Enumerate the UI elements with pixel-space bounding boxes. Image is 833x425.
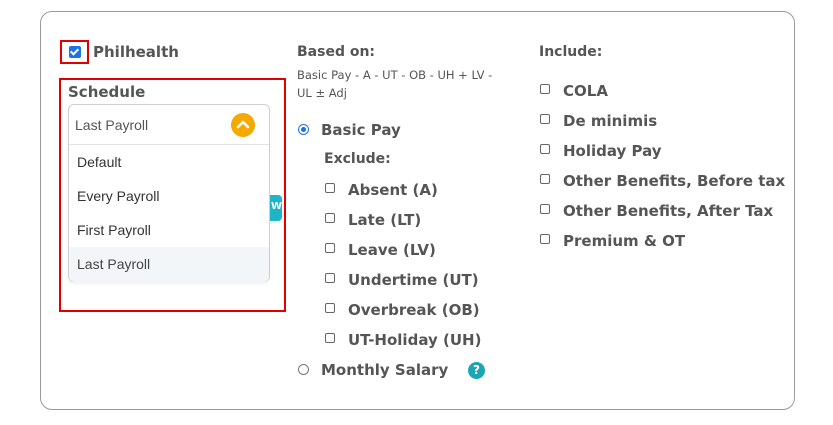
- include-benefits-before-tax-label: Other Benefits, Before tax: [563, 172, 786, 190]
- exclude-undertime-label: Undertime (UT): [348, 271, 479, 289]
- philhealth-checkbox[interactable]: [69, 46, 81, 58]
- exclude-heading: Exclude:: [324, 151, 391, 167]
- philhealth-label: Philhealth: [93, 43, 179, 61]
- chevron-up-icon[interactable]: [231, 113, 255, 137]
- include-premium-ot-label: Premium & OT: [563, 232, 686, 250]
- schedule-option-default[interactable]: Default: [69, 145, 269, 179]
- based-on-heading: Based on:: [297, 44, 376, 60]
- formula-line-2: UL ± Adj: [297, 86, 347, 100]
- include-de-minimis-checkbox[interactable]: [540, 114, 550, 124]
- partially-hidden-button[interactable]: W: [270, 195, 282, 221]
- exclude-overbreak-checkbox[interactable]: [325, 303, 335, 313]
- exclude-leave-checkbox[interactable]: [325, 243, 335, 253]
- formula-line-1: Basic Pay - A - UT - OB - UH + LV -: [297, 68, 493, 82]
- schedule-heading: Schedule: [68, 83, 146, 101]
- include-cola-label: COLA: [563, 82, 608, 100]
- include-heading: Include:: [539, 44, 603, 60]
- monthly-salary-label: Monthly Salary: [321, 361, 449, 379]
- exclude-undertime-checkbox[interactable]: [325, 273, 335, 283]
- basic-pay-radio[interactable]: [298, 124, 309, 135]
- schedule-option-every-payroll[interactable]: Every Payroll: [69, 179, 269, 213]
- exclude-late-label: Late (LT): [348, 211, 422, 229]
- monthly-salary-radio[interactable]: [298, 364, 309, 375]
- exclude-overbreak-label: Overbreak (OB): [348, 301, 480, 319]
- exclude-ut-holiday-checkbox[interactable]: [325, 333, 335, 343]
- include-benefits-before-tax-checkbox[interactable]: [540, 174, 550, 184]
- question-circle-icon[interactable]: ?: [468, 362, 485, 379]
- include-holiday-pay-label: Holiday Pay: [563, 142, 662, 160]
- include-holiday-pay-checkbox[interactable]: [540, 144, 550, 154]
- exclude-ut-holiday-label: UT-Holiday (UH): [348, 331, 482, 349]
- include-benefits-after-tax-label: Other Benefits, After Tax: [563, 202, 774, 220]
- include-cola-checkbox[interactable]: [540, 84, 550, 94]
- exclude-absent-checkbox[interactable]: [325, 183, 335, 193]
- include-de-minimis-label: De minimis: [563, 112, 658, 130]
- schedule-dropdown[interactable]: Last Payroll Default Every Payroll First…: [68, 104, 270, 282]
- schedule-option-last-payroll[interactable]: Last Payroll: [69, 247, 269, 282]
- schedule-selected-text: Last Payroll: [75, 117, 149, 133]
- exclude-leave-label: Leave (LV): [348, 241, 436, 259]
- exclude-late-checkbox[interactable]: [325, 213, 335, 223]
- include-premium-ot-checkbox[interactable]: [540, 234, 550, 244]
- schedule-option-first-payroll[interactable]: First Payroll: [69, 213, 269, 247]
- schedule-selected-value[interactable]: Last Payroll: [69, 105, 269, 145]
- basic-pay-label: Basic Pay: [321, 121, 401, 139]
- include-benefits-after-tax-checkbox[interactable]: [540, 204, 550, 214]
- exclude-absent-label: Absent (A): [348, 181, 438, 199]
